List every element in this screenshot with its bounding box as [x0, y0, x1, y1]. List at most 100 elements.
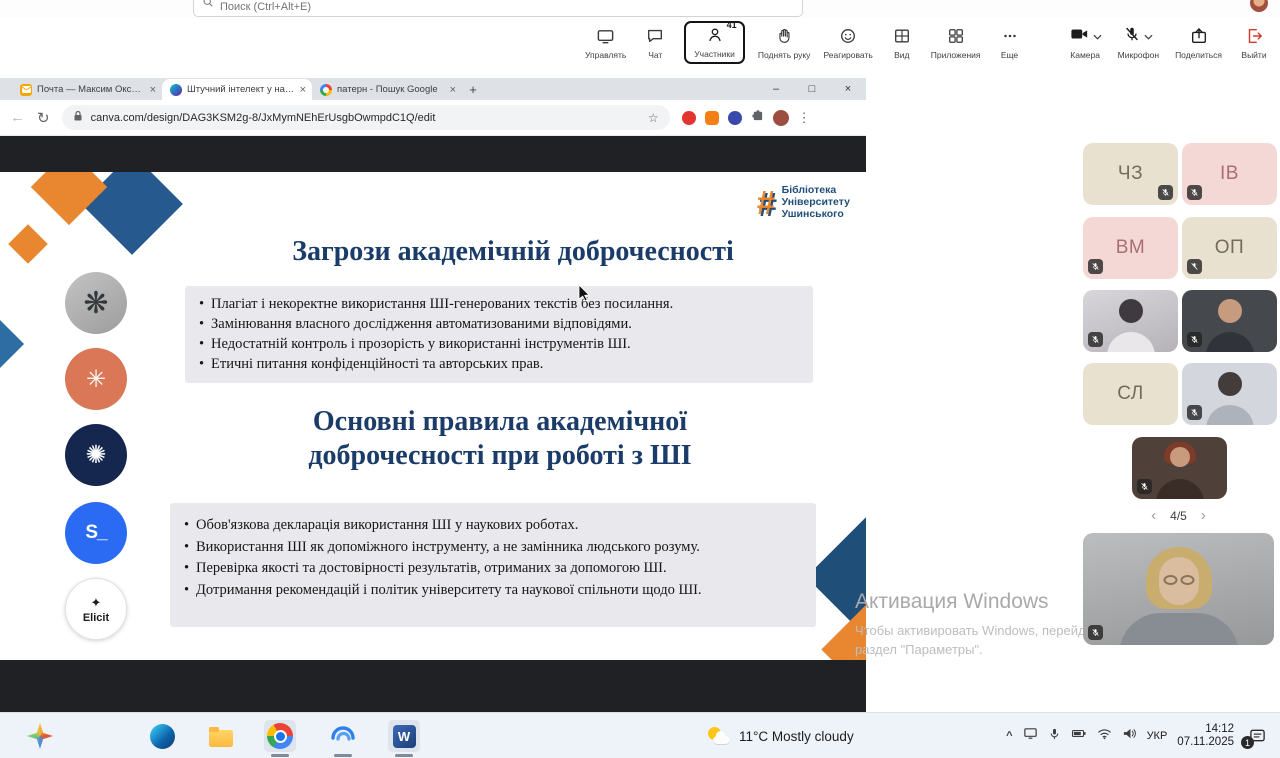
openai-glyph: ❋	[83, 286, 108, 321]
microphone-label: Микрофон	[1118, 50, 1159, 60]
extension-icon-blue[interactable]	[728, 111, 742, 125]
browser-tab-google[interactable]: патерн - Пошук Google ×	[312, 79, 462, 100]
leave-button[interactable]: Выйти	[1238, 26, 1270, 60]
close-button[interactable]: ×	[830, 78, 866, 100]
page-prev-icon[interactable]: ‹	[1151, 508, 1156, 523]
claude-glyph: ✳	[86, 365, 106, 394]
library-logo: # Бібліотека Університету Ушинського	[756, 184, 850, 220]
view-button[interactable]: Вид	[886, 26, 918, 60]
meeting-search[interactable]	[193, 0, 803, 17]
user-avatar[interactable]	[1250, 0, 1268, 12]
browser-profile-avatar[interactable]	[773, 110, 789, 126]
camera-button[interactable]: Камера	[1069, 26, 1102, 60]
back-icon[interactable]: ←	[10, 109, 25, 126]
leave-icon	[1245, 26, 1263, 46]
participant-tile[interactable]: ВМ	[1083, 217, 1178, 279]
mail-favicon	[20, 84, 32, 96]
language-indicator[interactable]: УКР	[1147, 730, 1168, 742]
silhouette-art	[1163, 575, 1194, 585]
battery-icon[interactable]	[1071, 727, 1087, 745]
edge-button[interactable]	[146, 720, 178, 752]
consensus-logo: ✺	[65, 424, 127, 486]
participant-video-tile[interactable]	[1182, 290, 1277, 352]
tab-close-icon[interactable]: ×	[450, 84, 456, 96]
page-next-icon[interactable]: ›	[1201, 508, 1206, 523]
wifi-icon[interactable]	[1097, 727, 1112, 745]
silhouette-art	[1206, 332, 1254, 352]
new-tab-button[interactable]: +	[462, 79, 484, 100]
bookmark-star-icon[interactable]: ☆	[648, 111, 659, 125]
site-lock-icon[interactable]	[73, 109, 83, 127]
participant-tile[interactable]: СЛ	[1083, 363, 1178, 425]
silhouette-art	[1218, 372, 1242, 396]
refresh-icon[interactable]: ↻	[37, 109, 50, 127]
extension-icon-orange[interactable]	[705, 111, 719, 125]
word-button[interactable]: W	[388, 720, 420, 752]
more-icon	[1001, 26, 1019, 46]
browser-addressbar: ← ↻ canva.com/design/DAG3KSM2g-8/JxMymNE…	[0, 100, 866, 136]
elicit-glyph: ✦	[91, 595, 102, 611]
raise-hand-button[interactable]: Поднять руку	[758, 26, 811, 60]
weather-text: 11°C Mostly cloudy	[739, 729, 854, 744]
participant-video-tile[interactable]	[1182, 363, 1277, 425]
display-icon[interactable]	[1023, 726, 1038, 746]
silhouette-art	[1206, 405, 1254, 425]
meeting-topbar	[0, 0, 1280, 18]
extension-icon-red[interactable]	[682, 111, 696, 125]
url-field[interactable]: canva.com/design/DAG3KSM2g-8/JxMymNEhErU…	[62, 105, 670, 130]
taskbar-date: 07.11.2025	[1177, 736, 1234, 749]
taskbar-weather[interactable]: 11°C Mostly cloudy	[700, 713, 862, 758]
search-input[interactable]	[220, 1, 794, 13]
participants-button[interactable]: 41 Участники	[684, 21, 745, 64]
widgets-button[interactable]	[24, 720, 56, 752]
react-icon	[839, 26, 857, 46]
elicit-label: Elicit	[83, 612, 109, 624]
extensions-puzzle-icon[interactable]	[751, 109, 764, 127]
manage-button[interactable]: Управлять	[585, 26, 626, 60]
screen-share-view: Почта — Максим Оксана Ана × Штучний інте…	[0, 78, 866, 712]
bullet-item: Замінювання власного дослідження автомат…	[197, 314, 801, 334]
participant-tile[interactable]: ІВ	[1182, 143, 1277, 205]
meeting-app-button[interactable]	[327, 720, 359, 752]
logo-line: Університету	[782, 196, 850, 208]
participant-video-tile[interactable]	[1083, 290, 1178, 352]
logo-hash-icon: #	[756, 186, 774, 219]
react-button[interactable]: Реагировать	[823, 26, 872, 60]
hidden-icons-chevron[interactable]: ^	[1006, 730, 1012, 742]
speaker-video-tile[interactable]	[1083, 533, 1274, 645]
mic-muted-icon	[1187, 259, 1202, 274]
tab-close-icon[interactable]: ×	[150, 84, 156, 96]
consensus-glyph: ✺	[86, 440, 107, 470]
browser-tab-canva[interactable]: Штучний інтелект у науковій ×	[162, 79, 312, 100]
microphone-dropdown-icon[interactable]	[1144, 27, 1153, 45]
notification-center[interactable]: 1	[1244, 728, 1270, 744]
participant-tile[interactable]: ОП	[1182, 217, 1277, 279]
mic-muted-icon	[1088, 625, 1103, 640]
meeting-window: Управлять Чат 41 Участники Поднять руку …	[0, 0, 1280, 758]
share-button[interactable]: Поделиться	[1175, 26, 1222, 60]
apps-button[interactable]: Приложения	[931, 26, 981, 60]
chrome-button[interactable]	[264, 720, 296, 752]
microphone-button[interactable]: Микрофон	[1118, 26, 1159, 60]
maximize-button[interactable]: □	[794, 78, 830, 100]
silhouette-art	[1218, 299, 1242, 323]
view-icon	[893, 26, 911, 46]
browser-tab-mail[interactable]: Почта — Максим Оксана Ана ×	[12, 79, 162, 100]
file-explorer-button[interactable]	[205, 720, 237, 752]
apps-label: Приложения	[931, 50, 981, 60]
volume-icon[interactable]	[1122, 727, 1137, 745]
participant-tile[interactable]: ЧЗ	[1083, 143, 1178, 205]
minimize-button[interactable]: –	[758, 78, 794, 100]
tab-title: Почта — Максим Оксана Ана	[37, 84, 145, 95]
browser-menu-icon[interactable]: ⋮	[798, 110, 811, 126]
more-button[interactable]: Еще	[994, 26, 1026, 60]
canva-favicon	[170, 84, 182, 96]
participant-initials: ЧЗ	[1118, 163, 1143, 185]
tab-close-icon[interactable]: ×	[300, 84, 306, 96]
mic-tray-icon[interactable]	[1048, 727, 1061, 746]
taskbar-clock[interactable]: 14:12 07.11.2025	[1177, 723, 1234, 749]
search-icon	[202, 0, 214, 13]
participant-video-tile[interactable]	[1132, 437, 1227, 499]
chat-button[interactable]: Чат	[639, 26, 671, 60]
camera-dropdown-icon[interactable]	[1093, 27, 1102, 45]
